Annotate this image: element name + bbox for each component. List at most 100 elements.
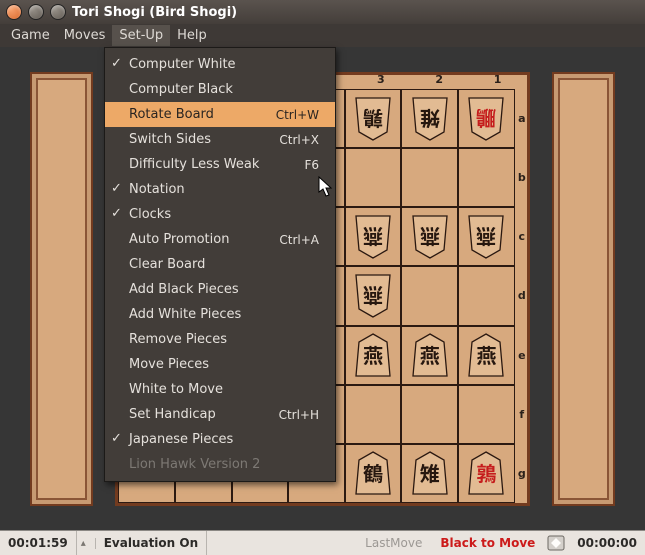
window-minimize-button[interactable] — [28, 4, 44, 20]
titlebar: Tori Shogi (Bird Shogi) — [0, 0, 645, 24]
menuitem-clear-board[interactable]: Clear Board — [105, 252, 335, 277]
board-cell[interactable] — [458, 385, 515, 444]
board-cell[interactable] — [401, 148, 458, 207]
piece-tray-right[interactable] — [552, 72, 615, 506]
board-cell[interactable] — [345, 385, 402, 444]
board-cell[interactable]: 燕 — [345, 266, 402, 325]
window-close-button[interactable] — [6, 4, 22, 20]
menuitem-clocks[interactable]: ✓ Clocks — [105, 202, 335, 227]
board-cell[interactable]: 雉 — [401, 89, 458, 148]
setup-menu-dropdown: ✓Computer WhiteComputer BlackRotate Boar… — [104, 47, 336, 482]
board-cell[interactable] — [401, 385, 458, 444]
menuitem-label: Set Handicap — [129, 407, 216, 422]
board-cell[interactable]: 鶉 — [458, 444, 515, 503]
check-icon: ✓ — [111, 206, 122, 221]
board-cell[interactable]: 燕 — [401, 326, 458, 385]
piece-glyph: 燕 — [420, 345, 440, 365]
menuitem-switch-sides[interactable]: Switch Sides Ctrl+X — [105, 127, 335, 152]
shogi-piece[interactable]: 燕 — [465, 332, 507, 378]
board-cell[interactable]: 鶉 — [345, 89, 402, 148]
shogi-piece[interactable]: 雉 — [409, 450, 451, 496]
board-cell[interactable]: 燕 — [458, 207, 515, 266]
menuitem-label: Add Black Pieces — [129, 282, 239, 297]
menuitem-accel: Ctrl+A — [279, 233, 319, 247]
flag-icon[interactable] — [547, 535, 565, 551]
piece-glyph: 燕 — [420, 227, 440, 247]
board-cell[interactable]: 雉 — [401, 444, 458, 503]
menuitem-add-black-pieces[interactable]: Add Black Pieces — [105, 277, 335, 302]
handle-icon: ▴ — [77, 538, 96, 549]
piece-glyph: 燕 — [363, 345, 383, 365]
board-cell[interactable] — [401, 266, 458, 325]
menu-set-up[interactable]: Set-Up — [112, 25, 170, 46]
board-cell[interactable]: 燕 — [401, 207, 458, 266]
board-cell[interactable] — [345, 148, 402, 207]
app-window: Tori Shogi (Bird Shogi) GameMovesSet-UpH… — [0, 0, 645, 555]
menuitem-label: Remove Pieces — [129, 332, 227, 347]
menuitem-accel: Ctrl+H — [279, 408, 319, 422]
menuitem-accel: F6 — [304, 158, 319, 172]
menuitem-label: Move Pieces — [129, 357, 209, 372]
menuitem-label: Auto Promotion — [129, 232, 229, 247]
shogi-piece[interactable]: 燕 — [409, 332, 451, 378]
menuitem-label: Japanese Pieces — [129, 432, 233, 447]
piece-glyph: 燕 — [476, 227, 496, 247]
statusbar: 00:01:59 ▴ Evaluation On LastMove Black … — [0, 530, 645, 555]
menuitem-difficulty-less-weak[interactable]: Difficulty Less Weak F6 — [105, 152, 335, 177]
menu-help[interactable]: Help — [170, 25, 214, 46]
shogi-piece[interactable]: 鶉 — [352, 96, 394, 142]
check-icon: ✓ — [111, 56, 122, 71]
menuitem-remove-pieces[interactable]: Remove Pieces — [105, 327, 335, 352]
evaluation-status: Evaluation On — [96, 531, 207, 555]
piece-glyph: 鶉 — [476, 463, 496, 483]
shogi-piece[interactable]: 鶴 — [352, 450, 394, 496]
menu-moves[interactable]: Moves — [57, 25, 113, 46]
board-cell[interactable]: 燕 — [345, 326, 402, 385]
piece-glyph: 燕 — [363, 286, 383, 306]
piece-tray-left[interactable] — [30, 72, 93, 506]
menuitem-add-white-pieces[interactable]: Add White Pieces — [105, 302, 335, 327]
board-cell[interactable] — [458, 148, 515, 207]
board-cell[interactable]: 鵬 — [458, 89, 515, 148]
window-title: Tori Shogi (Bird Shogi) — [72, 5, 237, 20]
left-clock: 00:01:59 — [0, 531, 77, 555]
window-maximize-button[interactable] — [50, 4, 66, 20]
menuitem-label: Rotate Board — [129, 107, 214, 122]
shogi-piece[interactable]: 鶉 — [465, 450, 507, 496]
menubar: GameMovesSet-UpHelp — [0, 24, 645, 48]
menuitem-lion-hawk-version-2: Lion Hawk Version 2 — [105, 452, 335, 477]
menuitem-computer-white[interactable]: ✓Computer White — [105, 52, 335, 77]
shogi-piece[interactable]: 燕 — [409, 214, 451, 260]
menuitem-japanese-pieces[interactable]: ✓Japanese Pieces — [105, 427, 335, 452]
menuitem-rotate-board[interactable]: Rotate BoardCtrl+W — [105, 102, 335, 127]
piece-glyph: 燕 — [476, 345, 496, 365]
menuitem-label: Notation — [129, 182, 185, 197]
board-cell[interactable]: 燕 — [458, 326, 515, 385]
menuitem-label: Switch Sides — [129, 132, 211, 147]
right-clock: 00:00:00 — [569, 531, 645, 555]
menu-game[interactable]: Game — [4, 25, 57, 46]
shogi-piece[interactable]: 燕 — [352, 332, 394, 378]
board-cell[interactable]: 鶴 — [345, 444, 402, 503]
menuitem-computer-black[interactable]: Computer Black — [105, 77, 335, 102]
shogi-piece[interactable]: 燕 — [352, 273, 394, 319]
shogi-piece[interactable]: 鵬 — [465, 96, 507, 142]
menuitem-label: Difficulty Less Weak — [129, 157, 259, 172]
menuitem-label: Lion Hawk Version 2 — [129, 457, 260, 472]
menuitem-label: Clocks — [129, 207, 171, 222]
shogi-piece[interactable]: 燕 — [352, 214, 394, 260]
menuitem-move-pieces[interactable]: Move Pieces — [105, 352, 335, 377]
shogi-piece[interactable]: 燕 — [465, 214, 507, 260]
piece-glyph: 雉 — [420, 463, 440, 483]
piece-glyph: 鵬 — [476, 109, 496, 129]
menuitem-label: Clear Board — [129, 257, 205, 272]
menuitem-auto-promotion[interactable]: Auto Promotion Ctrl+A — [105, 227, 335, 252]
menuitem-notation[interactable]: ✓Notation — [105, 177, 335, 202]
menuitem-accel: Ctrl+X — [279, 133, 319, 147]
board-cell[interactable]: 燕 — [345, 207, 402, 266]
menuitem-set-handicap[interactable]: Set Handicap Ctrl+H — [105, 402, 335, 427]
board-cell[interactable] — [458, 266, 515, 325]
shogi-piece[interactable]: 雉 — [409, 96, 451, 142]
piece-glyph: 鶉 — [363, 109, 383, 129]
menuitem-white-to-move[interactable]: White to Move — [105, 377, 335, 402]
